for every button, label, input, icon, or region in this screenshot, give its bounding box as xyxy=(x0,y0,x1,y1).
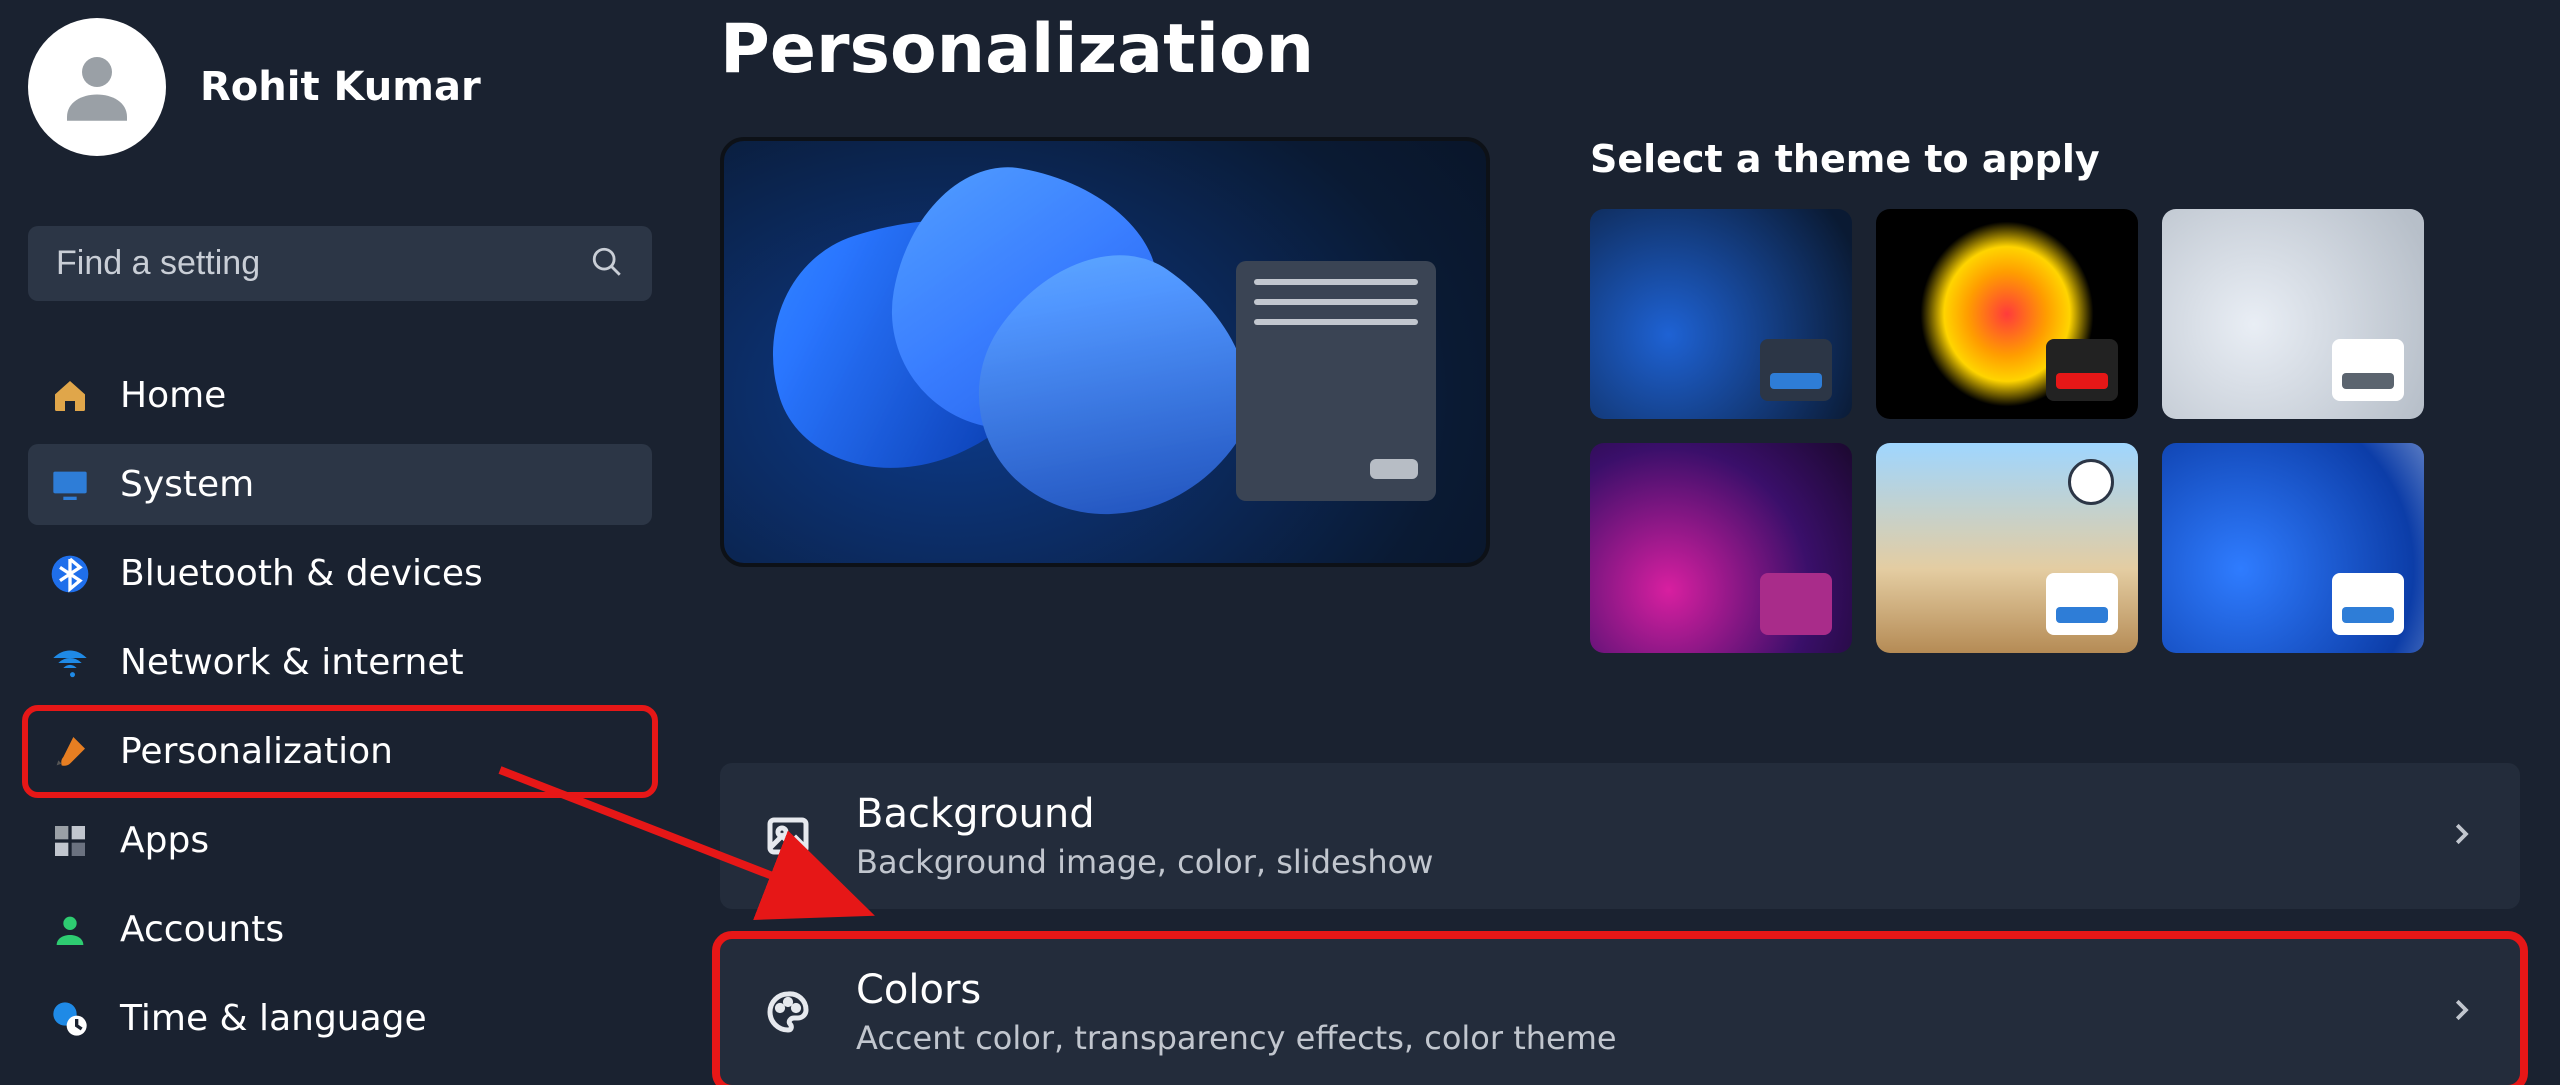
setting-desc: Background image, color, slideshow xyxy=(856,843,2402,881)
home-icon xyxy=(50,376,90,416)
main-content: Personalization Select a theme to apply xyxy=(680,0,2560,1056)
theme-bloom-light[interactable] xyxy=(2162,209,2424,419)
person-icon xyxy=(50,910,90,950)
theme-purple-glow[interactable] xyxy=(1590,443,1852,653)
sidebar-item-label: Time & language xyxy=(120,998,427,1039)
clock-globe-icon xyxy=(50,999,90,1039)
sidebar: Rohit Kumar Home System xyxy=(0,0,680,1056)
search-box[interactable] xyxy=(28,226,652,301)
sidebar-item-apps[interactable]: Apps xyxy=(28,800,652,881)
settings-list: Background Background image, color, slid… xyxy=(720,763,2520,1085)
setting-colors[interactable]: Colors Accent color, transparency effect… xyxy=(720,939,2520,1085)
spotlight-icon xyxy=(2068,459,2114,505)
theme-grid xyxy=(1590,209,2424,653)
sidebar-item-personalization[interactable]: Personalization xyxy=(28,711,652,792)
palette-icon xyxy=(764,988,812,1036)
sidebar-item-bluetooth[interactable]: Bluetooth & devices xyxy=(28,533,652,614)
sidebar-item-label: Apps xyxy=(120,820,209,861)
setting-desc: Accent color, transparency effects, colo… xyxy=(856,1019,2402,1057)
user-name: Rohit Kumar xyxy=(200,64,481,110)
image-icon xyxy=(764,812,812,860)
chevron-right-icon xyxy=(2446,995,2476,1029)
sidebar-item-time-language[interactable]: Time & language xyxy=(28,978,652,1059)
setting-title: Colors xyxy=(856,967,2402,1013)
search-input[interactable] xyxy=(56,244,510,283)
theme-glow[interactable] xyxy=(1876,209,2138,419)
page-title: Personalization xyxy=(720,10,2520,89)
chevron-right-icon xyxy=(2446,819,2476,853)
theme-sunrise[interactable] xyxy=(1876,443,2138,653)
setting-title: Background xyxy=(856,791,2402,837)
monitor-icon xyxy=(50,465,90,505)
avatar xyxy=(28,18,166,156)
sidebar-item-label: Home xyxy=(120,375,226,416)
sidebar-item-label: Network & internet xyxy=(120,642,464,683)
sidebar-item-label: Personalization xyxy=(120,731,393,772)
wifi-icon xyxy=(50,643,90,683)
sidebar-item-label: Accounts xyxy=(120,909,284,950)
bluetooth-icon xyxy=(50,554,90,594)
sidebar-item-accounts[interactable]: Accounts xyxy=(28,889,652,970)
theme-bloom-blue-light[interactable] xyxy=(2162,443,2424,653)
sidebar-item-label: System xyxy=(120,464,254,505)
sidebar-item-system[interactable]: System xyxy=(28,444,652,525)
user-profile[interactable]: Rohit Kumar xyxy=(28,18,652,156)
sidebar-item-network[interactable]: Network & internet xyxy=(28,622,652,703)
setting-background[interactable]: Background Background image, color, slid… xyxy=(720,763,2520,909)
apps-icon xyxy=(50,821,90,861)
desktop-preview xyxy=(720,137,1490,567)
sidebar-item-home[interactable]: Home xyxy=(28,355,652,436)
search-icon xyxy=(590,245,624,283)
theme-bloom-dark[interactable] xyxy=(1590,209,1852,419)
themes-heading: Select a theme to apply xyxy=(1590,137,2424,181)
preview-window xyxy=(1236,261,1436,501)
sidebar-item-label: Bluetooth & devices xyxy=(120,553,483,594)
paintbrush-icon xyxy=(50,732,90,772)
nav-list: Home System Bluetooth & devices Network … xyxy=(28,355,652,1059)
